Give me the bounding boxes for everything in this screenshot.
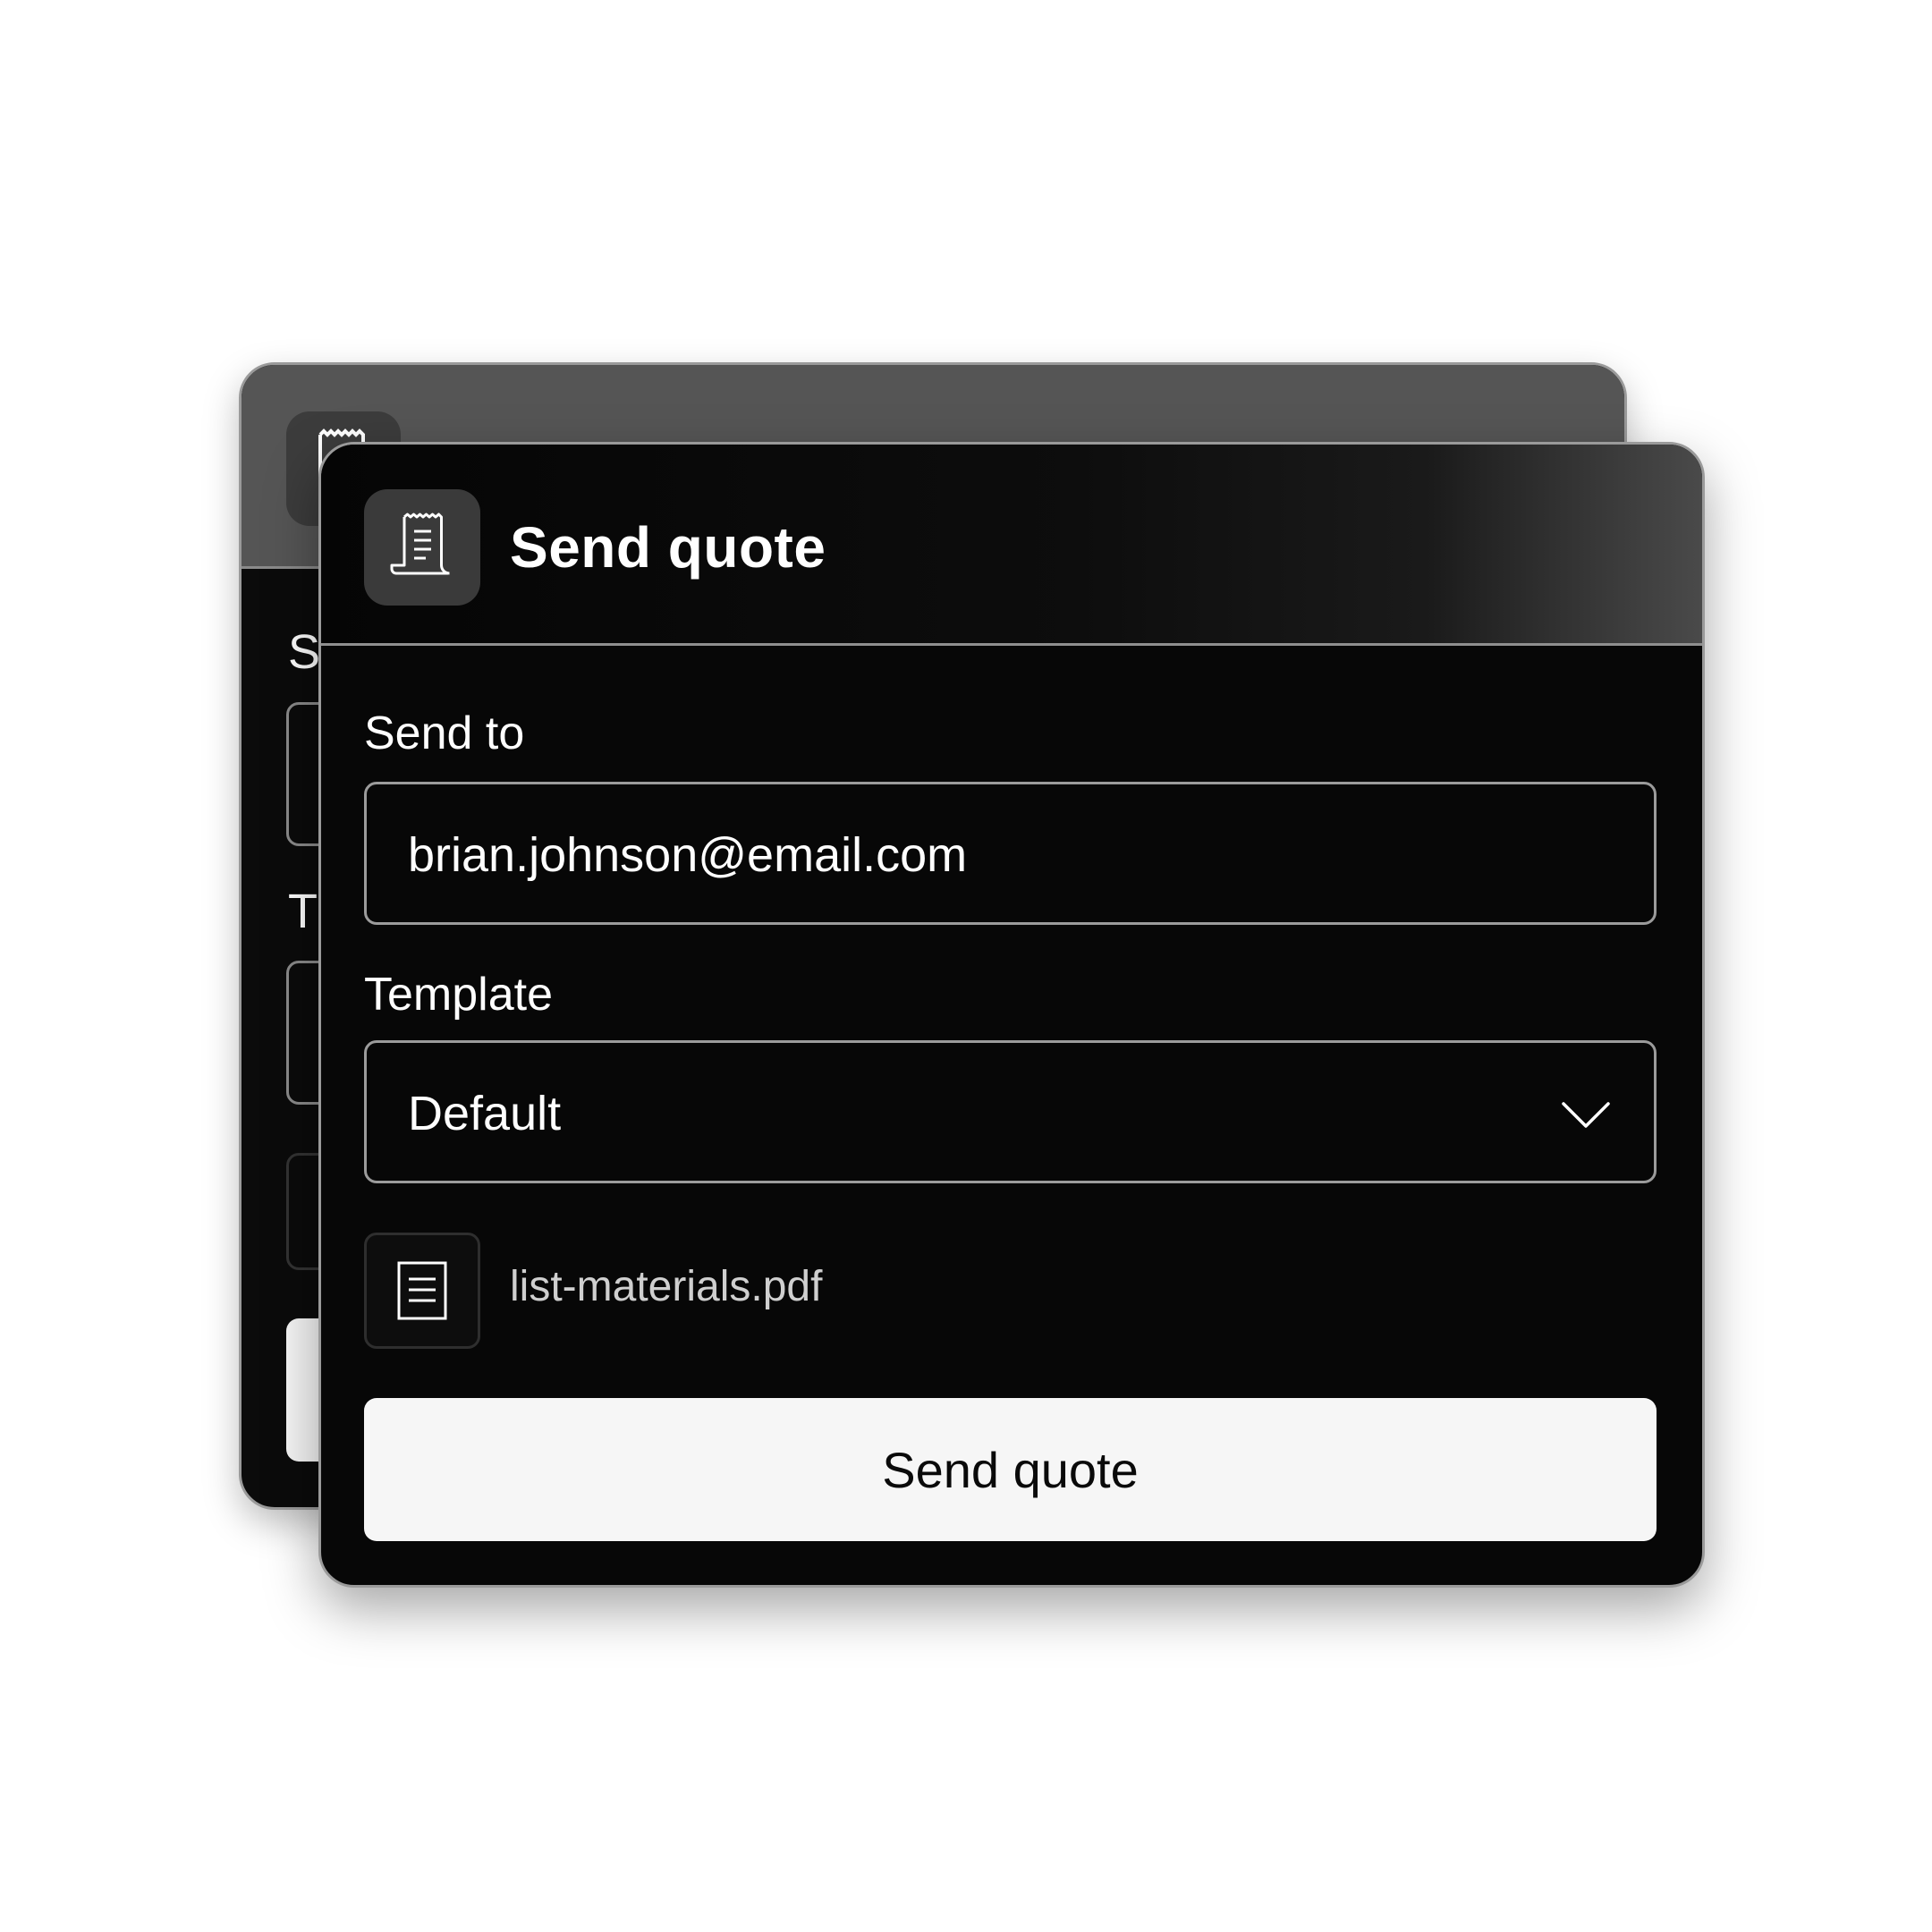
- document-icon: [397, 1261, 447, 1320]
- background-label-fragment: T: [288, 885, 318, 938]
- background-label-fragment: S: [288, 625, 321, 679]
- receipt-icon: [390, 513, 450, 575]
- chevron-down-icon: [1562, 1102, 1610, 1128]
- page: S T Send quote Send to brian.johnson@ema…: [0, 0, 1932, 1932]
- header-icon-tile: [364, 489, 480, 606]
- template-selected-value: Default: [408, 1087, 562, 1140]
- attachment-filename[interactable]: list-materials.pdf: [510, 1258, 822, 1316]
- send-to-value: brian.johnson@email.com: [408, 828, 968, 882]
- send-quote-dialog: Send quote Send to brian.johnson@email.c…: [318, 442, 1705, 1588]
- send-to-input[interactable]: brian.johnson@email.com: [364, 782, 1657, 925]
- template-label: Template: [364, 969, 553, 1021]
- send-to-label: Send to: [364, 708, 525, 759]
- attachment-tile[interactable]: [364, 1233, 480, 1349]
- template-select[interactable]: Default: [364, 1040, 1657, 1183]
- send-quote-button[interactable]: Send quote: [364, 1398, 1657, 1541]
- dialog-header: Send quote: [321, 445, 1702, 646]
- dialog-title: Send quote: [510, 515, 826, 580]
